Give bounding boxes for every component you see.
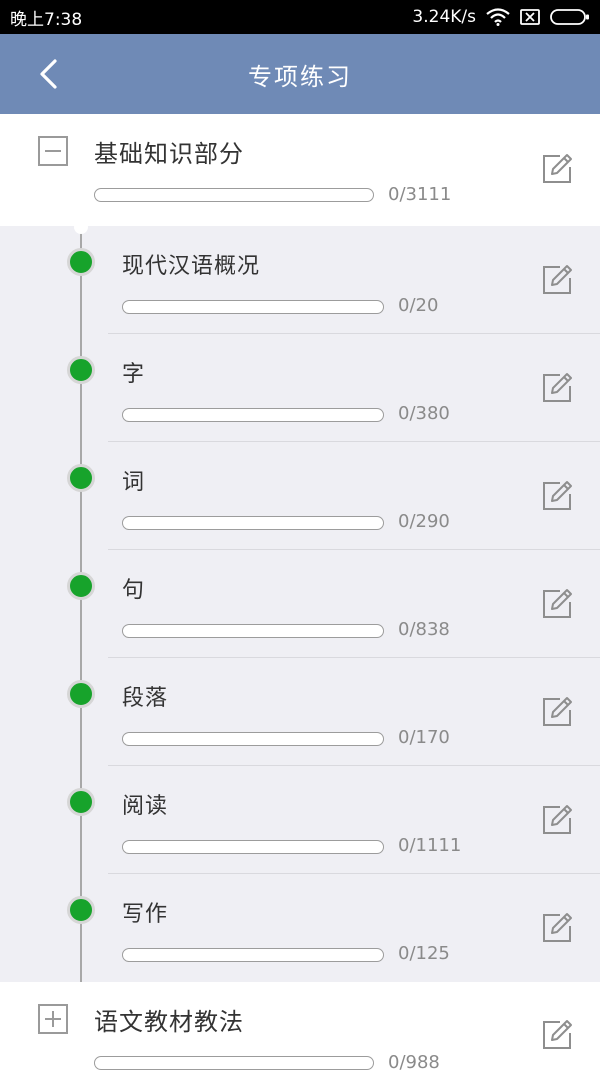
minus-icon — [45, 150, 61, 152]
status-time: 晚上7:38 — [10, 9, 83, 30]
status-dot — [67, 788, 95, 816]
item-title: 段落 — [122, 686, 169, 711]
progress-count: 0/988 — [388, 1052, 440, 1073]
progress-count: 0/170 — [398, 727, 450, 748]
group-row[interactable]: 语文教材教法 0/988 — [0, 982, 600, 1073]
group-title: 语文教材教法 — [94, 1008, 244, 1036]
progress-count: 0/3111 — [388, 184, 452, 205]
edit-button[interactable] — [540, 479, 574, 513]
progress-bar — [122, 408, 384, 422]
page-title: 专项练习 — [248, 62, 352, 91]
progress-count: 0/1111 — [398, 835, 462, 856]
plus-icon — [45, 1011, 61, 1027]
status-dot — [67, 356, 95, 384]
edit-button[interactable] — [540, 911, 574, 945]
wifi-icon — [486, 8, 510, 26]
battery-icon — [550, 8, 590, 26]
item-title: 字 — [122, 362, 146, 387]
status-bar: 晚上7:38 3.24K/s — [0, 0, 600, 34]
progress-count: 0/838 — [398, 619, 450, 640]
group-title: 基础知识部分 — [94, 140, 244, 168]
edit-icon — [543, 154, 572, 183]
edit-icon — [543, 1020, 572, 1049]
progress-bar — [122, 516, 384, 530]
progress-bar — [122, 732, 384, 746]
group-row[interactable]: 基础知识部分 0/3111 — [0, 114, 600, 226]
edit-icon — [543, 373, 572, 402]
list-item[interactable]: 写作 0/125 — [0, 874, 600, 982]
app-header: 专项练习 — [0, 34, 600, 114]
network-speed: 3.24K/s — [412, 7, 476, 27]
status-dot — [67, 248, 95, 276]
status-dot — [67, 896, 95, 924]
progress-count: 0/290 — [398, 511, 450, 532]
item-title: 阅读 — [122, 794, 169, 819]
status-indicators: 3.24K/s — [412, 7, 590, 27]
item-title: 现代汉语概况 — [122, 254, 261, 279]
edit-icon — [543, 589, 572, 618]
list-item[interactable]: 阅读 0/1111 — [0, 766, 600, 874]
status-dot — [67, 464, 95, 492]
edit-button[interactable] — [540, 371, 574, 405]
practice-list: 基础知识部分 0/3111 现代汉语概况 0/20 字 0/380 词 0/29… — [0, 114, 600, 1073]
list-item[interactable]: 现代汉语概况 0/20 — [0, 226, 600, 334]
no-sim-icon — [520, 8, 540, 26]
progress-bar — [122, 300, 384, 314]
edit-icon — [543, 913, 572, 942]
edit-icon — [543, 805, 572, 834]
item-title: 词 — [122, 470, 146, 495]
list-item[interactable]: 字 0/380 — [0, 334, 600, 442]
progress-bar — [122, 840, 384, 854]
chevron-left-icon — [40, 59, 57, 89]
expand-toggle[interactable] — [38, 1004, 68, 1034]
collapse-toggle[interactable] — [38, 136, 68, 166]
status-dot — [67, 572, 95, 600]
status-dot — [67, 680, 95, 708]
progress-count: 0/125 — [398, 943, 450, 964]
progress-bar — [94, 188, 374, 202]
back-button[interactable] — [26, 52, 70, 96]
list-item[interactable]: 句 0/838 — [0, 550, 600, 658]
edit-button[interactable] — [540, 263, 574, 297]
edit-button[interactable] — [540, 803, 574, 837]
progress-bar — [122, 624, 384, 638]
item-title: 写作 — [122, 902, 169, 927]
edit-icon — [543, 697, 572, 726]
edit-icon — [543, 265, 572, 294]
edit-button[interactable] — [540, 695, 574, 729]
edit-icon — [543, 481, 572, 510]
edit-button[interactable] — [540, 1018, 574, 1052]
progress-bar — [94, 1056, 374, 1070]
edit-button[interactable] — [540, 152, 574, 186]
edit-button[interactable] — [540, 587, 574, 621]
list-item[interactable]: 词 0/290 — [0, 442, 600, 550]
progress-count: 0/380 — [398, 403, 450, 424]
progress-count: 0/20 — [398, 295, 439, 316]
list-item[interactable]: 段落 0/170 — [0, 658, 600, 766]
item-title: 句 — [122, 578, 146, 603]
progress-bar — [122, 948, 384, 962]
